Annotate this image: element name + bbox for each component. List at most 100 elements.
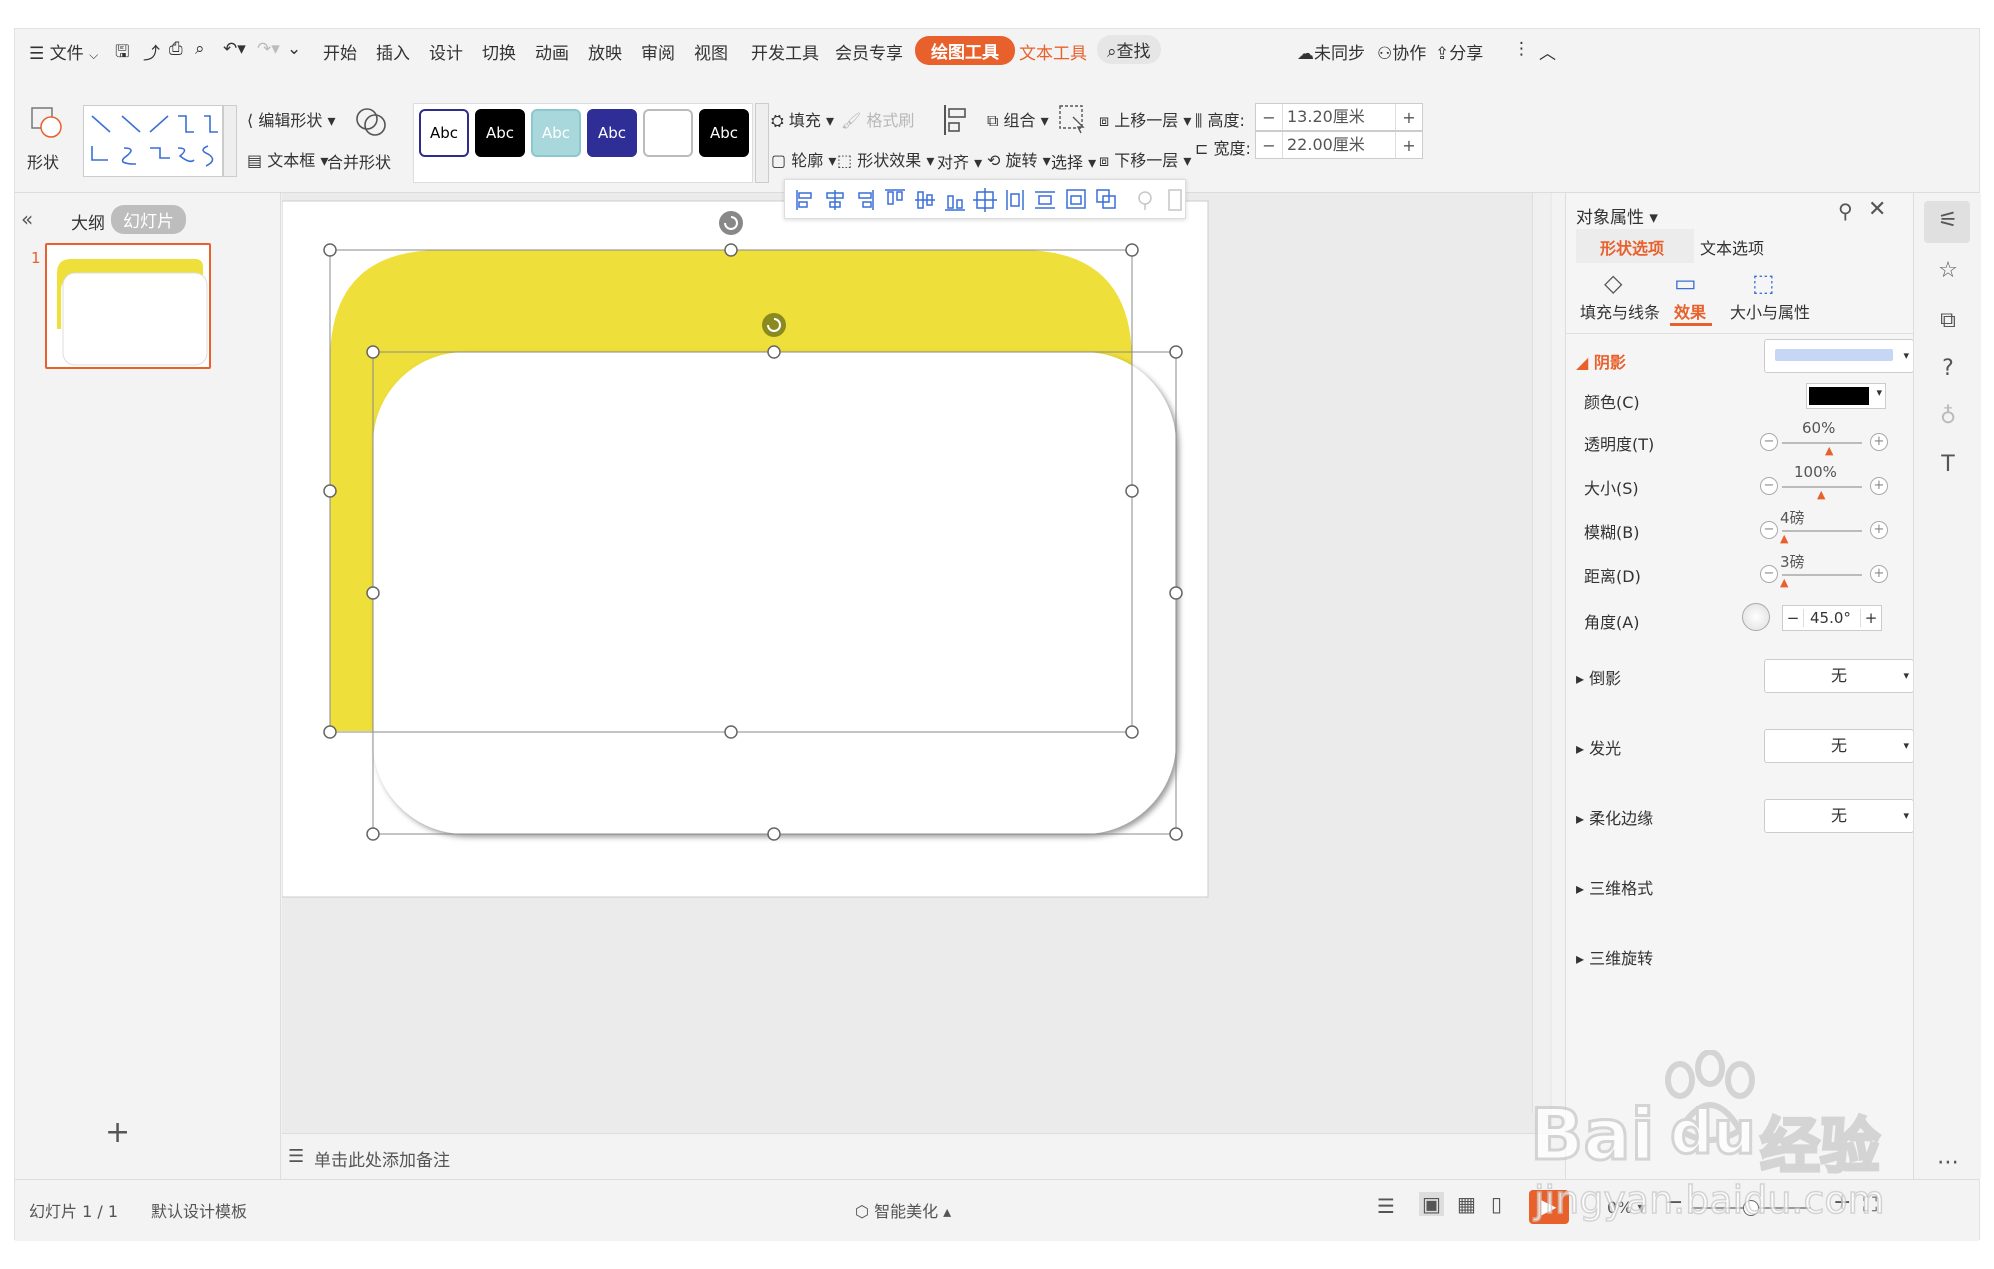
format-brush-button[interactable]: 🖌 格式刷 bbox=[841, 107, 914, 131]
tab-review[interactable]: 审阅 bbox=[641, 39, 675, 64]
outline-tab[interactable]: 大纲 bbox=[71, 209, 105, 234]
format-painter-icon[interactable]: ⤴ bbox=[143, 39, 160, 64]
play-button[interactable]: ▶ bbox=[1529, 1190, 1569, 1224]
style-sample[interactable]: Abc bbox=[587, 109, 637, 157]
pane-title[interactable]: 对象属性 ▾ bbox=[1576, 203, 1658, 228]
zoom-level[interactable]: 0% ▾ bbox=[1607, 1198, 1646, 1217]
3d-format-section[interactable]: ▸ 三维格式 bbox=[1576, 875, 1653, 899]
lightbulb-icon[interactable]: ♁ bbox=[1934, 403, 1962, 431]
edit-shape-button[interactable]: ⟨ 编辑形状 ▾ bbox=[247, 107, 335, 131]
fit-window-icon[interactable]: ⛶ bbox=[1863, 1192, 1877, 1216]
reading-view-icon[interactable]: ▯ bbox=[1491, 1192, 1502, 1216]
print-preview-icon[interactable]: ⌕ bbox=[195, 39, 205, 59]
tab-member[interactable]: 会员专享 bbox=[835, 39, 903, 64]
star-icon[interactable]: ☆ bbox=[1934, 257, 1962, 285]
angle-increase[interactable]: + bbox=[1861, 609, 1881, 627]
text-icon[interactable]: T bbox=[1934, 451, 1962, 479]
fill-button[interactable]: ⛭ 填充 ▾ bbox=[771, 107, 834, 131]
more-options-icon[interactable]: ⋯ bbox=[1934, 1149, 1962, 1177]
print-icon[interactable]: ⎙ bbox=[169, 39, 183, 59]
shape-label[interactable]: 形状 bbox=[27, 149, 59, 173]
style-gallery-scroll[interactable] bbox=[755, 103, 769, 183]
tab-developer[interactable]: 开发工具 bbox=[751, 39, 819, 64]
distance-increase[interactable]: + bbox=[1870, 565, 1888, 583]
tab-shape-options[interactable]: 形状选项 bbox=[1600, 235, 1664, 259]
zoom-thumb[interactable] bbox=[1743, 1200, 1759, 1216]
merge-shape-icon[interactable] bbox=[353, 103, 389, 139]
width-value[interactable]: 22.00厘米 bbox=[1282, 132, 1396, 158]
shadow-preset-dropdown[interactable]: ▾ bbox=[1764, 339, 1914, 373]
pin-icon[interactable]: ⚲ bbox=[1838, 199, 1853, 223]
width-decrease[interactable]: − bbox=[1256, 136, 1282, 155]
smart-beautify-button[interactable]: ⬡ 智能美化 ▴ bbox=[855, 1198, 951, 1222]
blur-thumb[interactable]: ▲ bbox=[1780, 532, 1788, 545]
more-icon[interactable]: ⋮ bbox=[1513, 39, 1530, 59]
size-decrease[interactable]: − bbox=[1760, 477, 1778, 495]
properties-icon[interactable]: ⚟ bbox=[1934, 207, 1962, 235]
sub-tab-size[interactable]: 大小与属性 bbox=[1730, 299, 1810, 323]
zoom-in-icon[interactable]: + bbox=[1833, 1190, 1851, 1215]
merge-shape-label[interactable]: 合并形状 bbox=[327, 149, 391, 173]
collapse-pane-icon[interactable]: « bbox=[21, 207, 33, 231]
glow-dropdown[interactable]: 无 ▾ bbox=[1764, 729, 1914, 763]
rotate-handle-icon-2[interactable] bbox=[762, 313, 786, 337]
tab-animations[interactable]: 动画 bbox=[535, 39, 569, 64]
sync-button[interactable]: ☁未同步 bbox=[1297, 39, 1365, 64]
shape-effect-button[interactable]: ⬚ 形状效果 ▾ bbox=[837, 147, 934, 171]
distance-decrease[interactable]: − bbox=[1760, 565, 1778, 583]
style-sample[interactable] bbox=[643, 109, 693, 157]
3d-rotation-section[interactable]: ▸ 三维旋转 bbox=[1576, 945, 1653, 969]
share-button[interactable]: ⇪分享 bbox=[1435, 39, 1483, 64]
soft-edge-dropdown[interactable]: 无 ▾ bbox=[1764, 799, 1914, 833]
tab-text-tools[interactable]: 文本工具 bbox=[1019, 39, 1087, 64]
transparency-decrease[interactable]: − bbox=[1760, 433, 1778, 451]
slide-thumbnail[interactable] bbox=[45, 243, 211, 369]
select-icon[interactable] bbox=[1057, 103, 1087, 137]
color-picker[interactable]: ▾ bbox=[1806, 383, 1886, 409]
angle-spinner[interactable]: −45.0° + bbox=[1782, 605, 1882, 631]
angle-decrease[interactable]: − bbox=[1783, 609, 1803, 627]
shape-icon[interactable] bbox=[29, 105, 63, 139]
glow-section[interactable]: ▸ 发光 bbox=[1576, 735, 1621, 759]
close-icon[interactable]: ✕ bbox=[1868, 197, 1886, 222]
gallery-scroll[interactable] bbox=[223, 105, 237, 177]
align-label[interactable]: 对齐 ▾ bbox=[937, 149, 982, 173]
align-icon[interactable] bbox=[941, 103, 971, 137]
undo-icon[interactable]: ↶▾ bbox=[223, 39, 246, 59]
collapse-ribbon-icon[interactable]: ︿ bbox=[1539, 39, 1556, 64]
add-slide-button[interactable]: + bbox=[105, 1115, 130, 1150]
outline-button[interactable]: ▢ 轮廓 ▾ bbox=[771, 147, 836, 171]
fill-line-icon[interactable]: ◇ bbox=[1604, 269, 1622, 297]
reflection-section[interactable]: ▸ 倒影 bbox=[1576, 665, 1621, 689]
white-shape[interactable] bbox=[373, 352, 1176, 834]
transparency-slider[interactable] bbox=[1782, 442, 1862, 444]
tab-drawing-tools[interactable]: 绘图工具 bbox=[915, 36, 1015, 65]
sub-tab-fill-line[interactable]: 填充与线条 bbox=[1580, 299, 1660, 323]
width-spinner[interactable]: −22.00厘米 + bbox=[1255, 131, 1423, 159]
align-tools-icon[interactable] bbox=[785, 180, 1187, 220]
shapes-gallery[interactable] bbox=[83, 105, 223, 177]
size-increase[interactable]: + bbox=[1870, 477, 1888, 495]
distance-slider[interactable] bbox=[1782, 574, 1862, 576]
textbox-button[interactable]: ▤ 文本框 ▾ bbox=[247, 147, 328, 171]
help-icon[interactable]: ? bbox=[1934, 355, 1962, 383]
group-button[interactable]: ⧉ 组合 ▾ bbox=[987, 107, 1049, 131]
size-thumb[interactable]: ▲ bbox=[1817, 488, 1825, 501]
blur-increase[interactable]: + bbox=[1870, 521, 1888, 539]
blur-slider[interactable] bbox=[1782, 530, 1862, 532]
redo-icon[interactable]: ↷▾ bbox=[257, 39, 280, 59]
height-value[interactable]: 13.20厘米 bbox=[1282, 104, 1396, 130]
rotate-handle-icon[interactable] bbox=[719, 211, 743, 235]
transparency-thumb[interactable]: ▲ bbox=[1825, 444, 1833, 457]
tab-text-options[interactable]: 文本选项 bbox=[1700, 235, 1764, 259]
bring-forward-button[interactable]: ⧈ 上移一层 ▾ bbox=[1099, 107, 1191, 131]
rotate-button[interactable]: ⟲ 旋转 ▾ bbox=[987, 147, 1051, 171]
angle-dial[interactable] bbox=[1742, 603, 1770, 631]
transparency-increase[interactable]: + bbox=[1870, 433, 1888, 451]
file-menu[interactable]: ☰ 文件 ⌵ bbox=[29, 39, 98, 64]
notes-toggle-icon[interactable]: ☰ bbox=[1377, 1194, 1395, 1218]
select-label[interactable]: 选择 ▾ bbox=[1051, 149, 1096, 173]
soft-edge-section[interactable]: ▸ 柔化边缘 bbox=[1576, 805, 1653, 829]
save-icon[interactable]: 🖫 bbox=[115, 39, 129, 68]
shadow-section[interactable]: ◢ 阴影 bbox=[1576, 349, 1626, 373]
